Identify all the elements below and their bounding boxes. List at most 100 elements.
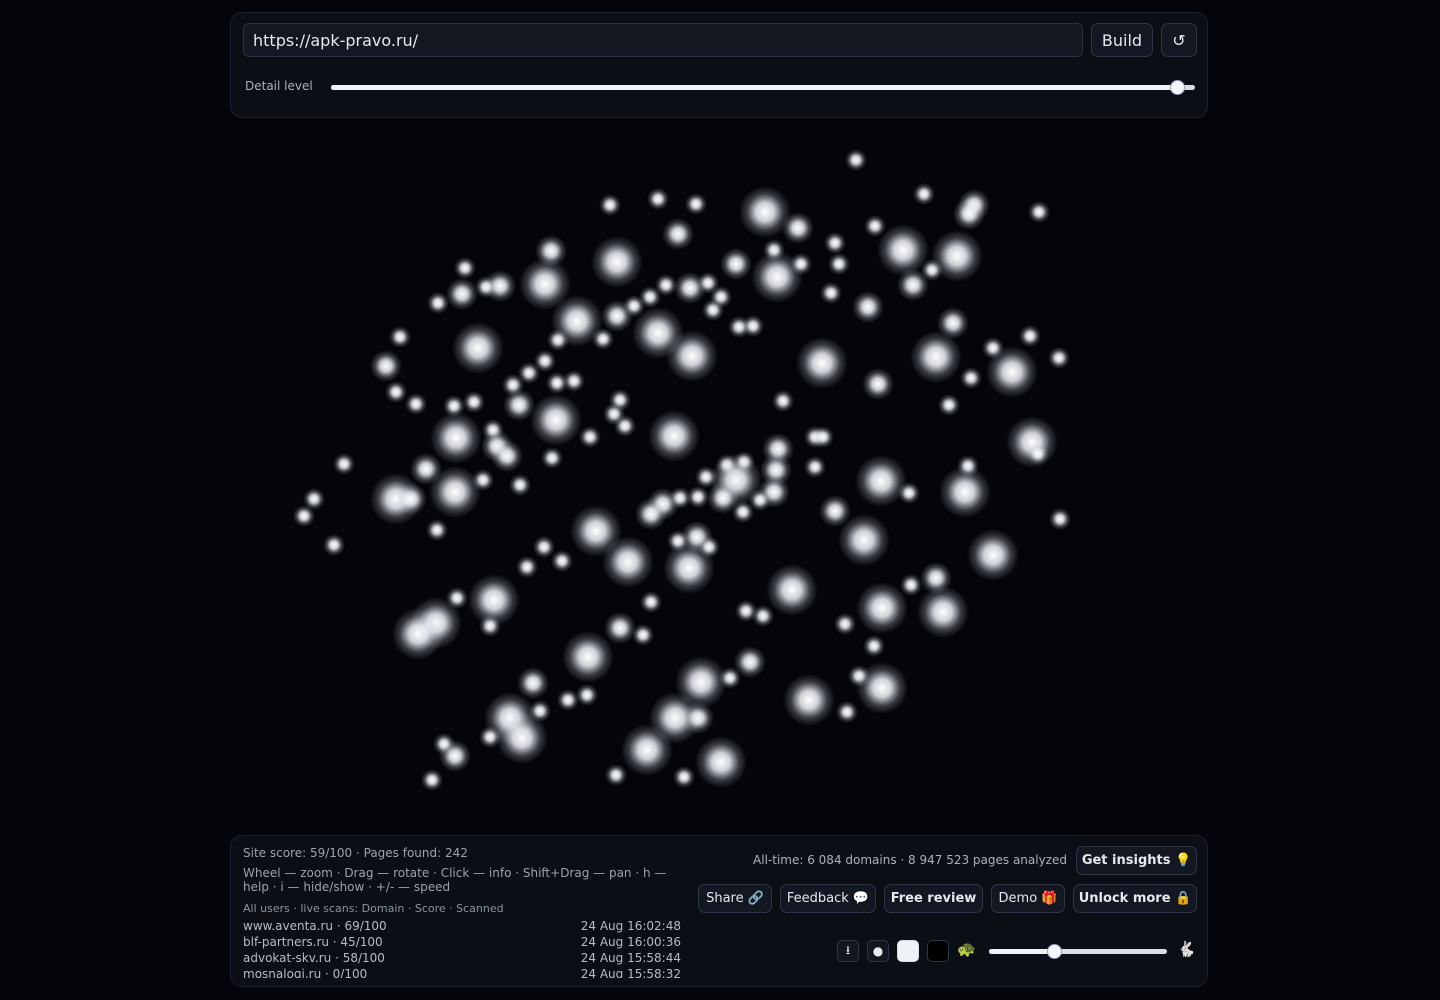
graph-node[interactable] bbox=[475, 276, 497, 298]
graph-node[interactable] bbox=[742, 315, 764, 337]
graph-node[interactable] bbox=[812, 426, 834, 448]
graph-node[interactable] bbox=[479, 615, 501, 637]
graph-node[interactable] bbox=[673, 766, 695, 788]
graph-node[interactable] bbox=[732, 501, 754, 523]
graph-node[interactable] bbox=[640, 591, 662, 613]
graph-node[interactable] bbox=[647, 188, 669, 210]
list-item[interactable]: www.aventa.ru · 69/100 24 Aug 16:02:48 bbox=[243, 918, 681, 934]
graph-node[interactable] bbox=[579, 426, 601, 448]
graph-node[interactable] bbox=[430, 412, 482, 464]
graph-node[interactable] bbox=[910, 331, 962, 383]
graph-node[interactable] bbox=[370, 350, 402, 382]
graph-node[interactable] bbox=[479, 726, 501, 748]
graph-node[interactable] bbox=[421, 769, 443, 791]
graph-node[interactable] bbox=[1048, 347, 1070, 369]
graph-node[interactable] bbox=[790, 253, 812, 275]
graph-node[interactable] bbox=[782, 212, 814, 244]
graph-node[interactable] bbox=[621, 724, 673, 776]
graph-node[interactable] bbox=[509, 474, 531, 496]
graph-node[interactable] bbox=[446, 278, 478, 310]
graph-node[interactable] bbox=[1019, 325, 1041, 347]
graph-node[interactable] bbox=[1049, 508, 1071, 530]
site-graph-canvas[interactable] bbox=[0, 120, 1440, 832]
graph-node[interactable] bbox=[913, 183, 935, 205]
graph-node[interactable] bbox=[783, 674, 835, 726]
graph-node[interactable] bbox=[960, 367, 982, 389]
dark-theme-button[interactable] bbox=[927, 940, 949, 962]
graph-node[interactable] bbox=[333, 453, 355, 475]
graph-node[interactable] bbox=[323, 534, 345, 556]
graph-node[interactable] bbox=[863, 635, 885, 657]
graph-node[interactable] bbox=[752, 605, 774, 627]
build-button[interactable]: Build bbox=[1091, 23, 1153, 57]
graph-node[interactable] bbox=[663, 542, 715, 594]
graph-node[interactable] bbox=[898, 482, 920, 504]
list-item[interactable]: mosnalogi.ru · 0/100 24 Aug 15:58:32 bbox=[243, 966, 681, 978]
graph-node[interactable] bbox=[389, 326, 411, 348]
feedback-button[interactable]: Feedback 💬 bbox=[780, 884, 876, 913]
graph-node[interactable] bbox=[635, 498, 667, 530]
unlock-more-button[interactable]: Unlock more 🔒 bbox=[1073, 884, 1197, 913]
graph-node[interactable] bbox=[845, 149, 867, 171]
graph-node[interactable] bbox=[939, 466, 991, 518]
graph-node[interactable] bbox=[824, 232, 846, 254]
graph-node[interactable] bbox=[695, 466, 717, 488]
graph-node[interactable] bbox=[852, 291, 884, 323]
graph-node[interactable] bbox=[452, 322, 504, 374]
graph-node[interactable] bbox=[547, 329, 569, 351]
graph-node[interactable] bbox=[591, 236, 643, 288]
graph-node[interactable] bbox=[855, 455, 907, 507]
graph-node[interactable] bbox=[563, 370, 585, 392]
graph-node[interactable] bbox=[917, 586, 969, 638]
graph-node[interactable] bbox=[392, 608, 444, 660]
graph-node[interactable] bbox=[562, 631, 614, 683]
graph-node[interactable] bbox=[405, 393, 427, 415]
graph-node[interactable] bbox=[766, 564, 818, 616]
graph-node[interactable] bbox=[605, 764, 627, 786]
graph-node[interactable] bbox=[426, 519, 448, 541]
graph-node[interactable] bbox=[986, 346, 1038, 398]
list-item[interactable]: blf-partners.ru · 45/100 24 Aug 16:00:36 bbox=[243, 934, 681, 950]
graph-node[interactable] bbox=[836, 701, 858, 723]
graph-node[interactable] bbox=[828, 253, 850, 275]
graph-node[interactable] bbox=[602, 536, 654, 588]
graph-node[interactable] bbox=[557, 689, 579, 711]
graph-node[interactable] bbox=[599, 194, 621, 216]
graph-node[interactable] bbox=[517, 667, 549, 699]
graph-node[interactable] bbox=[533, 536, 555, 558]
share-button[interactable]: Share 🔗 bbox=[698, 884, 772, 913]
graph-node[interactable] bbox=[496, 712, 548, 764]
graph-node[interactable] bbox=[1028, 201, 1050, 223]
graph-node[interactable] bbox=[695, 736, 747, 788]
graph-node[interactable] bbox=[491, 440, 523, 472]
reset-button[interactable]: ↺ bbox=[1161, 23, 1197, 57]
graph-node[interactable] bbox=[953, 198, 985, 230]
graph-node[interactable] bbox=[897, 269, 929, 301]
graph-node[interactable] bbox=[604, 612, 636, 644]
graph-node[interactable] bbox=[719, 667, 741, 689]
graph-node[interactable] bbox=[541, 447, 563, 469]
graph-node[interactable] bbox=[856, 662, 908, 714]
graph-node[interactable] bbox=[530, 394, 582, 446]
list-item[interactable]: advokat-skv.ru · 58/100 24 Aug 15:58:44 bbox=[243, 950, 681, 966]
graph-node[interactable] bbox=[838, 514, 890, 566]
graph-node[interactable] bbox=[1027, 443, 1049, 465]
graph-node[interactable] bbox=[503, 389, 535, 421]
graph-node[interactable] bbox=[938, 394, 960, 416]
graph-node[interactable] bbox=[516, 556, 538, 578]
detail-level-thumb[interactable] bbox=[1169, 80, 1185, 95]
graph-node[interactable] bbox=[967, 529, 1019, 581]
graph-nodes[interactable] bbox=[293, 149, 1071, 791]
graph-node[interactable] bbox=[293, 505, 315, 527]
graph-node[interactable] bbox=[796, 337, 848, 389]
graph-node[interactable] bbox=[601, 300, 633, 332]
graph-node[interactable] bbox=[804, 456, 826, 478]
download-button[interactable]: ⭳ bbox=[837, 940, 859, 962]
free-review-button[interactable]: Free review bbox=[884, 884, 983, 913]
speed-slider[interactable] bbox=[989, 944, 1167, 959]
graph-node[interactable] bbox=[720, 248, 752, 280]
get-insights-button[interactable]: Get insights 💡 bbox=[1076, 846, 1197, 875]
graph-node[interactable] bbox=[427, 292, 449, 314]
graph-node[interactable] bbox=[454, 257, 476, 279]
graph-node[interactable] bbox=[662, 218, 694, 250]
